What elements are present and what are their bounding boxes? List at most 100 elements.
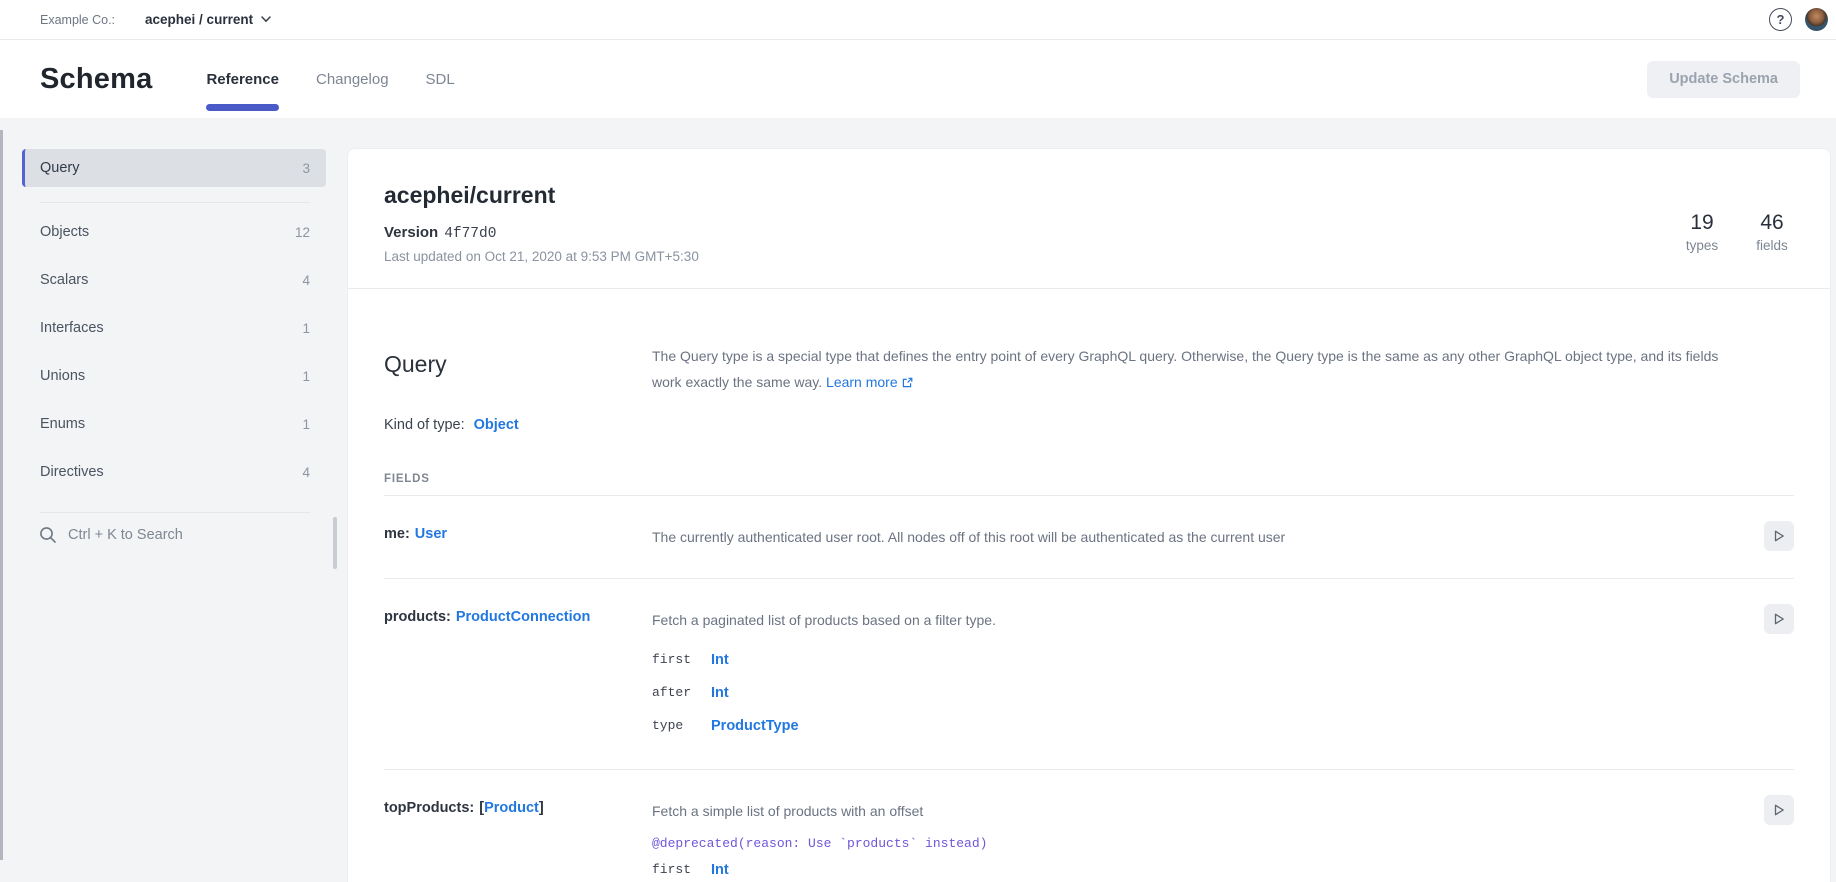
run-query-button[interactable]	[1764, 795, 1794, 825]
type-section: Query The Query type is a special type t…	[348, 289, 1830, 882]
help-icon[interactable]: ?	[1769, 8, 1792, 31]
stat-fields: 46 fields	[1750, 211, 1794, 253]
external-link-icon	[902, 377, 913, 388]
sidebar-item-query[interactable]: Query 3	[22, 149, 326, 187]
kind-value-link[interactable]: Object	[474, 417, 519, 433]
stat-label: fields	[1750, 238, 1794, 253]
sidebar-item-directives[interactable]: Directives 4	[0, 448, 347, 496]
run-query-button[interactable]	[1764, 521, 1794, 551]
sidebar-item-count: 1	[302, 369, 310, 384]
search-icon	[39, 526, 57, 544]
arg-type-link[interactable]: Int	[711, 652, 729, 668]
last-updated: Last updated on Oct 21, 2020 at 9:53 PM …	[384, 249, 1794, 264]
sidebar-item-count: 4	[302, 273, 310, 288]
sidebar-scrollbar[interactable]	[333, 517, 337, 569]
sidebar-item-label: Directives	[40, 464, 104, 480]
arg-type-link[interactable]: ProductType	[711, 718, 799, 734]
tab-reference[interactable]: Reference	[206, 40, 279, 118]
arg-name: first	[652, 862, 711, 877]
sidebar-item-count: 1	[302, 417, 310, 432]
sidebar-divider	[40, 512, 310, 513]
play-icon	[1772, 529, 1786, 543]
stat-value: 46	[1750, 211, 1794, 235]
graph-selector-dropdown[interactable]: acephei / current	[145, 12, 271, 27]
main-area: Query 3 Objects 12 Scalars 4 Interfaces …	[0, 118, 1836, 882]
learn-more-label: Learn more	[826, 374, 898, 390]
top-bar: Example Co.: acephei / current ?	[0, 0, 1836, 40]
arg-row: first Int	[652, 643, 1726, 676]
field-description: The currently authenticated user root. A…	[652, 526, 1726, 551]
field-name: me:	[384, 526, 410, 542]
field-args: first Int	[652, 853, 1726, 882]
sidebar-item-enums[interactable]: Enums 1	[0, 400, 347, 448]
card-header: acephei/current Version 4f77d0 Last updat…	[348, 149, 1830, 289]
arg-row: first Int	[652, 853, 1726, 882]
learn-more-link[interactable]: Learn more	[826, 374, 913, 390]
field-type-link[interactable]: Product	[484, 800, 539, 816]
play-icon	[1772, 803, 1786, 817]
sidebar-item-label: Objects	[40, 224, 89, 240]
type-description-text: The Query type is a special type that de…	[652, 348, 1718, 390]
field-signature: me: User	[384, 526, 652, 551]
version-label: Version	[384, 224, 438, 241]
play-icon	[1772, 612, 1786, 626]
arg-name: after	[652, 685, 711, 700]
sidebar-item-objects[interactable]: Objects 12	[0, 208, 347, 256]
stat-label: types	[1680, 238, 1724, 253]
arg-name: first	[652, 652, 711, 667]
field-detail: Fetch a paginated list of products based…	[652, 609, 1726, 742]
sidebar-item-label: Enums	[40, 416, 85, 432]
field-row-products: products: ProductConnection Fetch a pagin…	[384, 579, 1794, 770]
arg-type-link[interactable]: Int	[711, 862, 729, 878]
type-description: The Query type is a special type that de…	[652, 343, 1794, 395]
sidebar-item-interfaces[interactable]: Interfaces 1	[0, 304, 347, 352]
field-args: first Int after Int type ProductType	[652, 643, 1726, 742]
stat-value: 19	[1680, 211, 1724, 235]
field-detail: Fetch a simple list of products with an …	[652, 800, 1726, 882]
search-trigger[interactable]: Ctrl + K to Search	[0, 526, 347, 544]
field-description: Fetch a simple list of products with an …	[652, 800, 1726, 822]
graph-selector-label: acephei / current	[145, 12, 253, 27]
tab-sdl[interactable]: SDL	[426, 40, 455, 118]
field-name: products:	[384, 609, 451, 625]
version-line: Version 4f77d0	[384, 224, 1794, 242]
run-query-button[interactable]	[1764, 604, 1794, 634]
arg-row: type ProductType	[652, 709, 1726, 742]
graph-title: acephei/current	[384, 182, 1794, 209]
kind-label: Kind of type:	[384, 417, 465, 433]
field-name: topProducts:	[384, 800, 474, 816]
update-schema-button[interactable]: Update Schema	[1647, 61, 1800, 98]
version-hash: 4f77d0	[444, 226, 496, 242]
sidebar-item-count: 12	[295, 225, 310, 240]
arg-name: type	[652, 718, 711, 733]
arg-type-link[interactable]: Int	[711, 685, 729, 701]
sidebar-item-unions[interactable]: Unions 1	[0, 352, 347, 400]
chevron-down-icon	[261, 16, 271, 23]
deprecation-notice: @deprecated(reason: Use `products` inste…	[652, 836, 1726, 851]
schema-card: acephei/current Version 4f77d0 Last updat…	[347, 148, 1831, 882]
arg-row: after Int	[652, 676, 1726, 709]
field-row-me: me: User The currently authenticated user…	[384, 496, 1794, 579]
type-bracket-close: ]	[539, 800, 544, 816]
sidebar-item-label: Scalars	[40, 272, 88, 288]
type-head: Query The Query type is a special type t…	[384, 343, 1794, 395]
field-type-link[interactable]: ProductConnection	[456, 609, 591, 625]
tab-changelog[interactable]: Changelog	[316, 40, 389, 118]
tab-bar: Reference Changelog SDL	[206, 40, 454, 118]
schema-type-sidebar: Query 3 Objects 12 Scalars 4 Interfaces …	[0, 118, 347, 882]
sidebar-item-label: Interfaces	[40, 320, 104, 336]
type-name: Query	[384, 351, 652, 395]
search-hint: Ctrl + K to Search	[68, 527, 183, 543]
sidebar-item-count: 3	[302, 161, 310, 176]
kind-of-type-row: Kind of type: Object	[384, 417, 1794, 433]
sidebar-item-label: Unions	[40, 368, 85, 384]
sidebar-item-label: Query	[40, 160, 80, 176]
page-title: Schema	[40, 63, 152, 96]
avatar[interactable]	[1805, 8, 1828, 31]
field-signature: products: ProductConnection	[384, 609, 652, 742]
sidebar-item-count: 1	[302, 321, 310, 336]
sidebar-item-scalars[interactable]: Scalars 4	[0, 256, 347, 304]
field-type-link[interactable]: User	[415, 526, 447, 542]
org-label: Example Co.:	[40, 13, 115, 27]
field-row-topproducts: topProducts:[Product] Fetch a simple lis…	[384, 770, 1794, 882]
